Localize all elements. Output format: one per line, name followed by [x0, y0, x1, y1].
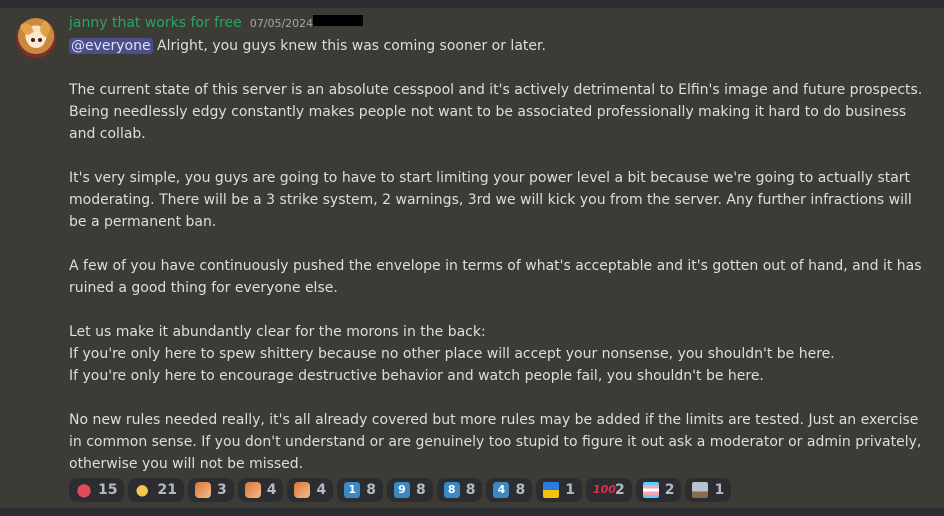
- cat-emote-icon: [194, 482, 211, 498]
- username[interactable]: janny that works for free: [69, 15, 242, 31]
- message-line: It's very simple, you guys are going to …: [69, 170, 911, 186]
- message-header: janny that works for free 07/05/2024: [69, 15, 364, 35]
- message-line: Let us make it abundantly clear for the …: [69, 324, 486, 340]
- flag-icon: [543, 482, 560, 498]
- avatar-face: [27, 32, 45, 48]
- avatar-eye: [31, 38, 35, 42]
- message-line: otherwise you will not be missed.: [69, 456, 304, 472]
- reaction-keycap-4[interactable]: 48: [486, 478, 533, 502]
- cat-emote-icon: [244, 482, 261, 498]
- reaction-school[interactable]: 1: [685, 478, 732, 502]
- message-line: @everyone Alright, you guys knew this wa…: [69, 38, 546, 54]
- message-line: moderating. There will be a 3 strike sys…: [69, 192, 912, 208]
- message-line: be a permanent ban.: [69, 214, 217, 230]
- timestamp[interactable]: 07/05/2024: [250, 17, 313, 30]
- reaction-trans-flag[interactable]: 2: [635, 478, 682, 502]
- reaction-cat-1[interactable]: 3: [187, 478, 234, 502]
- keycap-1-icon: 1: [344, 482, 361, 498]
- message-line: No new rules needed really, it's all alr…: [69, 412, 919, 428]
- trans-flag-icon: [642, 482, 659, 498]
- reaction-cat-3[interactable]: 4: [287, 478, 334, 502]
- reaction-keycap-8[interactable]: 88: [436, 478, 483, 502]
- reactions-bar: 15 21 3 4 4 18 98 88 48 1 100 2 2 1: [69, 478, 732, 502]
- message-line: Being needlessly edgy constantly makes p…: [69, 104, 907, 120]
- message-line: If you're only here to spew shittery bec…: [69, 346, 835, 362]
- reaction-keycap-1[interactable]: 18: [337, 478, 383, 502]
- bottom-divider: [0, 508, 944, 516]
- reaction-hundred[interactable]: 100 2: [585, 478, 632, 502]
- reaction-chick[interactable]: 21: [128, 478, 184, 502]
- message-line: If you're only here to encourage destruc…: [69, 368, 764, 384]
- avatar-eye: [38, 38, 42, 42]
- heart-icon: [76, 482, 92, 498]
- message-content: @everyone Alright, you guys knew this wa…: [69, 35, 929, 475]
- reaction-cat-2[interactable]: 4: [237, 478, 284, 502]
- chick-icon: [135, 482, 152, 498]
- message-line: The current state of this server is an a…: [69, 82, 923, 98]
- chat-message: janny that works for free 07/05/2024 @ev…: [0, 8, 944, 508]
- reaction-flag[interactable]: 1: [536, 478, 582, 502]
- mention-everyone[interactable]: @everyone: [69, 38, 153, 54]
- hundred-icon: 100: [592, 483, 616, 496]
- keycap-9-icon: 9: [393, 482, 410, 498]
- message-line: in common sense. If you don't understand…: [69, 434, 922, 450]
- keycap-8-icon: 8: [443, 482, 460, 498]
- redaction-bar: [313, 15, 364, 26]
- avatar[interactable]: [16, 18, 56, 58]
- school-icon: [692, 482, 709, 498]
- reaction-keycap-9[interactable]: 98: [386, 478, 433, 502]
- keycap-4-icon: 4: [493, 482, 510, 498]
- message-line: ruined a good thing for everyone else.: [69, 280, 338, 296]
- reaction-heart[interactable]: 15: [69, 478, 125, 502]
- message-line: A few of you have continuously pushed th…: [69, 258, 922, 274]
- message-line: and collab.: [69, 126, 146, 142]
- cat-emote-icon: [294, 482, 311, 498]
